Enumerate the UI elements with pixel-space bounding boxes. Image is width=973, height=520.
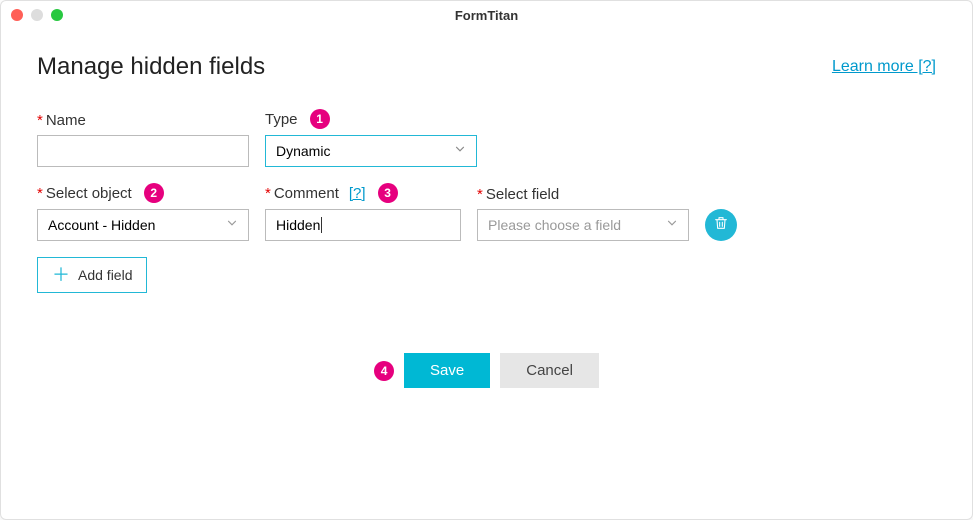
add-field-button[interactable]: ＋ Add field — [37, 257, 147, 293]
annotation-badge-1: 1 — [310, 109, 330, 129]
annotation-badge-3: 3 — [378, 183, 398, 203]
name-label: *Name — [37, 112, 249, 129]
add-field-label: Add field — [78, 267, 132, 283]
minimize-window-button[interactable] — [31, 9, 43, 21]
select-object-label: *Select object 2 — [37, 183, 249, 203]
plus-icon: ＋ — [52, 266, 70, 284]
trash-icon — [713, 215, 729, 236]
annotation-badge-2: 2 — [144, 183, 164, 203]
learn-more-link[interactable]: Learn more [?] — [832, 58, 936, 76]
titlebar: FormTitan — [1, 1, 972, 29]
cancel-button[interactable]: Cancel — [500, 353, 599, 388]
page-title: Manage hidden fields — [37, 53, 265, 81]
type-select[interactable]: Dynamic — [265, 135, 477, 167]
content-area: Manage hidden fields Learn more [?] *Nam… — [1, 29, 972, 412]
delete-row-button[interactable] — [705, 209, 737, 241]
maximize-window-button[interactable] — [51, 9, 63, 21]
save-button[interactable]: Save — [404, 353, 490, 388]
select-field-label: *Select field — [477, 186, 689, 203]
annotation-badge-4: 4 — [374, 361, 394, 381]
select-field-dropdown[interactable]: Please choose a field — [477, 209, 689, 241]
text-caret — [321, 217, 322, 233]
comment-help-link[interactable]: [?] — [349, 185, 366, 202]
traffic-lights — [11, 9, 63, 21]
type-label: Type 1 — [265, 109, 477, 129]
name-input[interactable] — [37, 135, 249, 167]
comment-label: *Comment [?] 3 — [265, 183, 461, 203]
window-title: FormTitan — [11, 8, 962, 23]
select-object-dropdown[interactable]: Account - Hidden — [37, 209, 249, 241]
comment-input[interactable]: Hidden — [265, 209, 461, 241]
close-window-button[interactable] — [11, 9, 23, 21]
